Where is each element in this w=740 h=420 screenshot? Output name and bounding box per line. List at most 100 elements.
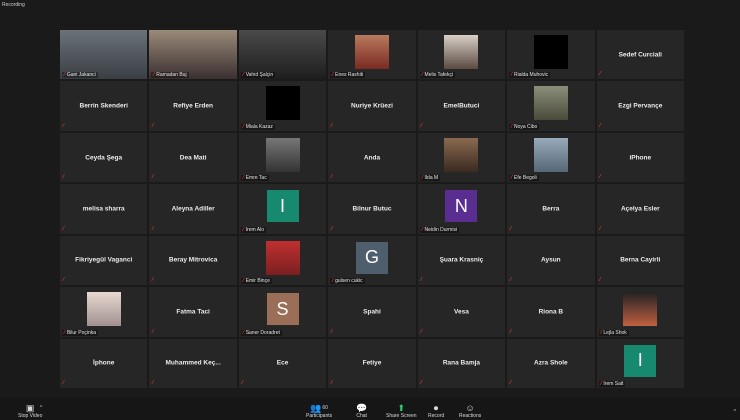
participant-name: EmelButuci xyxy=(443,102,480,110)
participant-tile[interactable]: N ⁄ Neidin Durmisi xyxy=(417,184,506,234)
participant-label: ⁄ Enes Rashiti xyxy=(330,72,366,79)
participant-tile[interactable]: ⁄ Lejla Shok xyxy=(596,287,684,337)
participant-tile[interactable]: Anda ⁄ xyxy=(328,132,416,183)
stop-video-button[interactable]: ▣ Stop Video xyxy=(18,403,42,419)
muted-mic-icon: ⁄ xyxy=(153,72,155,79)
participant-tile[interactable]: ⁄ Noya Cibo xyxy=(507,81,595,131)
participant-tile[interactable]: ⁄ Rialda Muhovic xyxy=(507,30,595,80)
toolbar-more-icon[interactable]: ^ xyxy=(734,409,736,415)
participant-label: ⁄ Emre Tac xyxy=(240,175,269,182)
chat-button[interactable]: 💬 Chat xyxy=(356,403,367,419)
participant-tile[interactable]: Fikriyegül Vaganci ⁄ xyxy=(60,235,148,286)
participants-button[interactable]: 👥60 Participants xyxy=(306,403,332,419)
participant-name: Fatma Taci xyxy=(176,308,210,316)
participant-name: melisa sharra xyxy=(82,205,125,213)
participant-tile[interactable]: Ezgi Pervançe ⁄ xyxy=(596,81,684,131)
participant-tile[interactable]: ⁄ Emir Binçe xyxy=(238,235,327,286)
participant-tile[interactable]: Vesa ⁄ xyxy=(417,287,506,337)
muted-mic-icon: ⁄ xyxy=(63,122,64,129)
muted-mic-icon: ⁄ xyxy=(152,122,154,129)
record-label: Record xyxy=(428,413,445,419)
participant-tile[interactable]: ⁄ Enes Rashiti xyxy=(328,30,416,80)
participant-name: Ilda M xyxy=(424,175,439,182)
participant-label: ⁄ Saner Doradret xyxy=(240,329,282,336)
recording-indicator: Recording xyxy=(2,2,25,8)
participant-tile[interactable]: ⁄ Ramadan Buj xyxy=(149,30,237,80)
participant-name: Ezgi Pervançe xyxy=(618,102,663,110)
muted-mic-icon: ⁄ xyxy=(152,379,154,386)
participant-tile[interactable]: ⁄ Melis Tafekçi xyxy=(417,30,506,80)
participant-label: ⁄ Lejla Shok xyxy=(598,329,629,336)
participant-name: Aysun xyxy=(541,256,561,264)
video-camera-icon: ▣ xyxy=(25,403,35,413)
participant-name: Rana Bamja xyxy=(442,359,481,367)
participant-tile[interactable]: Ece ⁄ xyxy=(238,338,327,388)
participant-tile[interactable]: Açelya Esler ⁄ xyxy=(596,184,684,234)
profile-picture xyxy=(533,35,568,69)
muted-mic-icon: ⁄ xyxy=(331,225,333,232)
participant-tile[interactable]: Ceyda Şega ⁄ xyxy=(60,132,148,183)
participant-tile[interactable]: ⁄ Ilda M xyxy=(417,132,506,183)
reactions-button[interactable]: ☺ Reactions xyxy=(459,403,481,419)
participant-tile[interactable]: EmelButuci ⁄ xyxy=(417,81,506,131)
participant-tile[interactable]: Aleyna Adiller ⁄ xyxy=(149,184,237,234)
record-button[interactable]: ⏺ Record xyxy=(428,403,444,419)
participant-tile[interactable]: Şuara Krasniç ⁄ xyxy=(417,235,506,286)
participant-tile[interactable]: Berna Cayirli ⁄ xyxy=(596,235,684,286)
participant-tile[interactable]: ⁄ Efe Begoli xyxy=(507,132,595,183)
muted-mic-icon: ⁄ xyxy=(420,122,422,129)
participant-tile[interactable]: Muhammed Keç... ⁄ xyxy=(149,338,237,388)
participant-tile[interactable]: iPhone ⁄ xyxy=(596,132,684,183)
muted-mic-icon: ⁄ xyxy=(331,122,333,129)
chat-icon: 💬 xyxy=(356,403,368,413)
participant-tile[interactable]: Azra Shole ⁄ xyxy=(507,338,595,388)
reactions-icon: ☺ xyxy=(465,403,475,413)
participant-tile[interactable]: Berrin Skenderi ⁄ xyxy=(60,81,148,131)
participant-name: Berna Cayirli xyxy=(620,256,661,264)
participant-tile[interactable]: Berra ⁄ xyxy=(507,184,595,234)
participant-label: ⁄ Miala Kazaz xyxy=(240,123,275,130)
muted-mic-icon: ⁄ xyxy=(242,175,244,182)
participant-tile[interactable]: Fetiye ⁄ xyxy=(328,338,416,388)
share-screen-label: Share Screen xyxy=(386,413,417,419)
participant-tile[interactable]: G ⁄ gulsen cukic xyxy=(328,235,416,286)
participant-name: Berra xyxy=(542,205,560,213)
muted-mic-icon: ⁄ xyxy=(600,380,602,387)
participant-tile[interactable]: Nuriye Krüezi ⁄ xyxy=(328,81,416,131)
participant-tile[interactable]: ⁄ Bilur Poçinka xyxy=(60,287,148,337)
participant-tile[interactable]: Riona B ⁄ xyxy=(507,287,595,337)
participant-tile[interactable]: Beray Mitrovica ⁄ xyxy=(149,235,237,286)
participant-tile[interactable]: Fatma Taci ⁄ xyxy=(149,287,237,337)
avatar-initial: N xyxy=(445,190,478,223)
participant-tile[interactable]: I ⁄ Irem Sait xyxy=(596,338,684,388)
participant-name: Melis Tafekçi xyxy=(424,72,454,79)
participant-tile[interactable]: Refiye Erden ⁄ xyxy=(149,81,237,131)
participants-count: 60 xyxy=(322,405,328,411)
participant-tile[interactable]: I ⁄ Irem Alo xyxy=(238,184,327,234)
muted-mic-icon: ⁄ xyxy=(152,328,154,335)
participant-tile[interactable]: Aysun ⁄ xyxy=(507,235,595,286)
participant-tile[interactable]: S ⁄ Saner Doradret xyxy=(238,287,327,337)
participant-tile[interactable]: ⁄ Gani Jakanci xyxy=(60,30,148,80)
participant-tile[interactable]: Sedef Curciali ⁄ xyxy=(596,30,684,80)
participant-label: ⁄ Bilur Poçinka xyxy=(62,329,99,336)
muted-mic-icon: ⁄ xyxy=(152,174,154,181)
participant-tile[interactable]: ⁄ Miala Kazaz xyxy=(238,81,327,131)
participant-tile[interactable]: Rana Bamja ⁄ xyxy=(417,338,506,388)
participant-tile[interactable]: Bilnur Butuc ⁄ xyxy=(328,184,416,234)
muted-mic-icon: ⁄ xyxy=(420,277,422,284)
participant-name: Fetiye xyxy=(362,359,382,367)
participant-label: ⁄ Neidin Durmisi xyxy=(419,226,460,233)
participant-tile[interactable]: İphone ⁄ xyxy=(60,338,148,388)
participant-tile[interactable]: melisa sharra ⁄ xyxy=(60,184,148,234)
participant-name: Beray Mitrovica xyxy=(168,256,218,264)
muted-mic-icon: ⁄ xyxy=(242,226,244,233)
participant-tile[interactable]: ⁄ Vahid Şalçin xyxy=(238,30,327,80)
participant-tile[interactable]: Spahi ⁄ xyxy=(328,287,416,337)
participant-tile[interactable]: ⁄ Emre Tac xyxy=(238,132,327,183)
participant-tile[interactable]: Dea Mati ⁄ xyxy=(149,132,237,183)
muted-mic-icon: ⁄ xyxy=(332,72,334,79)
participant-name: Riona B xyxy=(538,308,564,316)
share-screen-button[interactable]: ⬆ Share Screen xyxy=(386,403,417,419)
video-options-chevron-icon[interactable]: ^ xyxy=(40,405,42,411)
